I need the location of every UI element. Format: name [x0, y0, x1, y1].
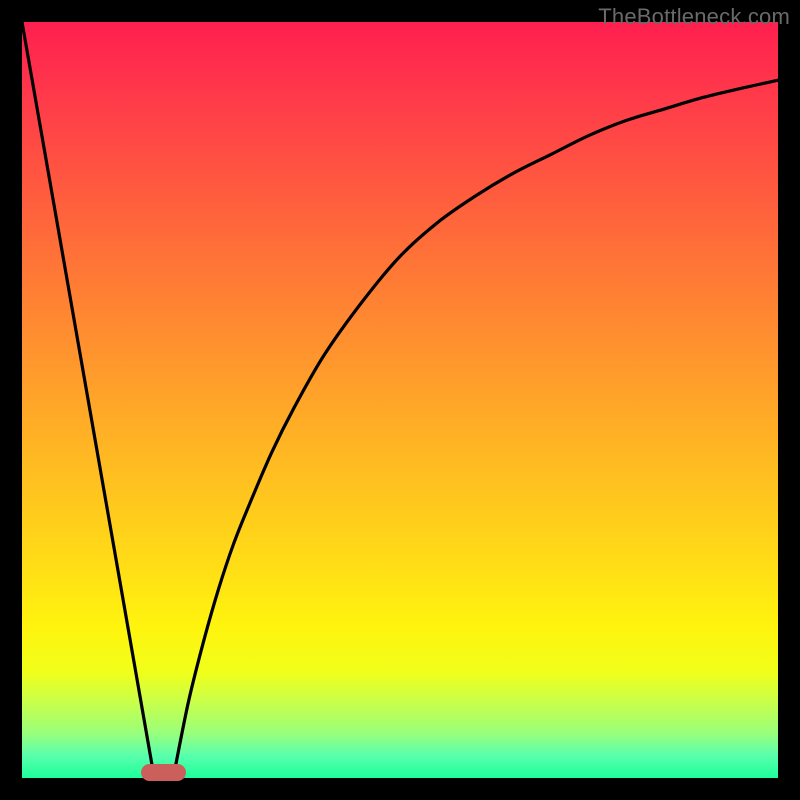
curve-layer	[22, 22, 778, 778]
left-line	[22, 22, 154, 778]
chart-container: TheBottleneck.com	[0, 0, 800, 800]
plot-area	[22, 22, 778, 778]
right-curve	[173, 80, 778, 778]
bottleneck-marker	[141, 764, 186, 781]
watermark-text: TheBottleneck.com	[598, 4, 790, 30]
